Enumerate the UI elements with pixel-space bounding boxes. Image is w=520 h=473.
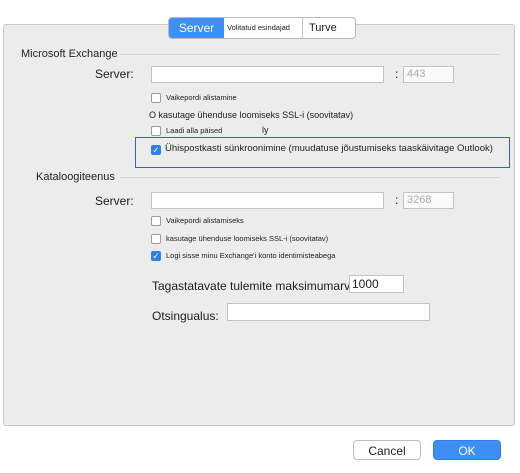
- exchange-port-input[interactable]: 443: [403, 66, 454, 83]
- directory-server-label: Server:: [95, 194, 134, 208]
- cancel-button[interactable]: Cancel: [353, 440, 421, 460]
- exchange-section-title: Microsoft Exchange: [21, 48, 118, 60]
- exchange-ssl-option[interactable]: O kasutage ühenduse loomiseks SSL-i (soo…: [149, 110, 353, 120]
- tab-security[interactable]: Turve: [303, 18, 337, 38]
- directory-override-port-checkbox[interactable]: [151, 216, 161, 226]
- search-base-label: Otsingualus:: [152, 309, 219, 323]
- directory-section-title: Kataloogiteenus: [36, 171, 115, 183]
- sync-mailboxes-checkbox[interactable]: ✓: [151, 145, 161, 155]
- directory-server-input[interactable]: [151, 192, 384, 209]
- exchange-server-label: Server:: [95, 67, 134, 81]
- exchange-override-port-label: Vaikepordi alistamine: [166, 93, 237, 102]
- tab-delegates[interactable]: Volitatud esindajad: [224, 18, 303, 38]
- exchange-override-port-checkbox[interactable]: [151, 93, 161, 103]
- exchange-headers-only-label: Laadi alla päised: [166, 126, 223, 135]
- sync-mailboxes-label: Ühispostkasti sünkroonimine (muudatuse j…: [165, 143, 493, 154]
- settings-panel: [3, 24, 515, 426]
- tab-server[interactable]: Server: [169, 18, 224, 38]
- exchange-server-input[interactable]: [151, 66, 384, 83]
- use-credentials-checkbox[interactable]: ✓: [151, 251, 161, 261]
- tab-bar: Server Volitatud esindajad Turve: [168, 17, 356, 39]
- directory-port-colon: :: [395, 193, 399, 207]
- exchange-port-colon: :: [395, 67, 399, 81]
- directory-port-input[interactable]: 3268: [403, 192, 454, 209]
- use-credentials-label: Logi sisse minu Exchange'i konto identim…: [166, 251, 336, 260]
- max-results-input[interactable]: 1000: [349, 275, 404, 293]
- directory-separator: [120, 177, 500, 178]
- search-base-input[interactable]: [227, 303, 430, 321]
- ok-button[interactable]: OK: [433, 440, 501, 460]
- directory-override-port-label: Vaikepordi alistamiseks: [166, 216, 244, 225]
- exchange-headers-only-suffix: ly: [262, 125, 269, 135]
- exchange-headers-only-checkbox[interactable]: [151, 126, 161, 136]
- directory-ssl-label: kasutage ühenduse loomiseks SSL-i (soovi…: [166, 234, 329, 243]
- max-results-label: Tagastatavate tulemite maksimumarv:: [152, 279, 354, 293]
- directory-ssl-checkbox[interactable]: [151, 234, 161, 244]
- exchange-separator: [120, 54, 500, 55]
